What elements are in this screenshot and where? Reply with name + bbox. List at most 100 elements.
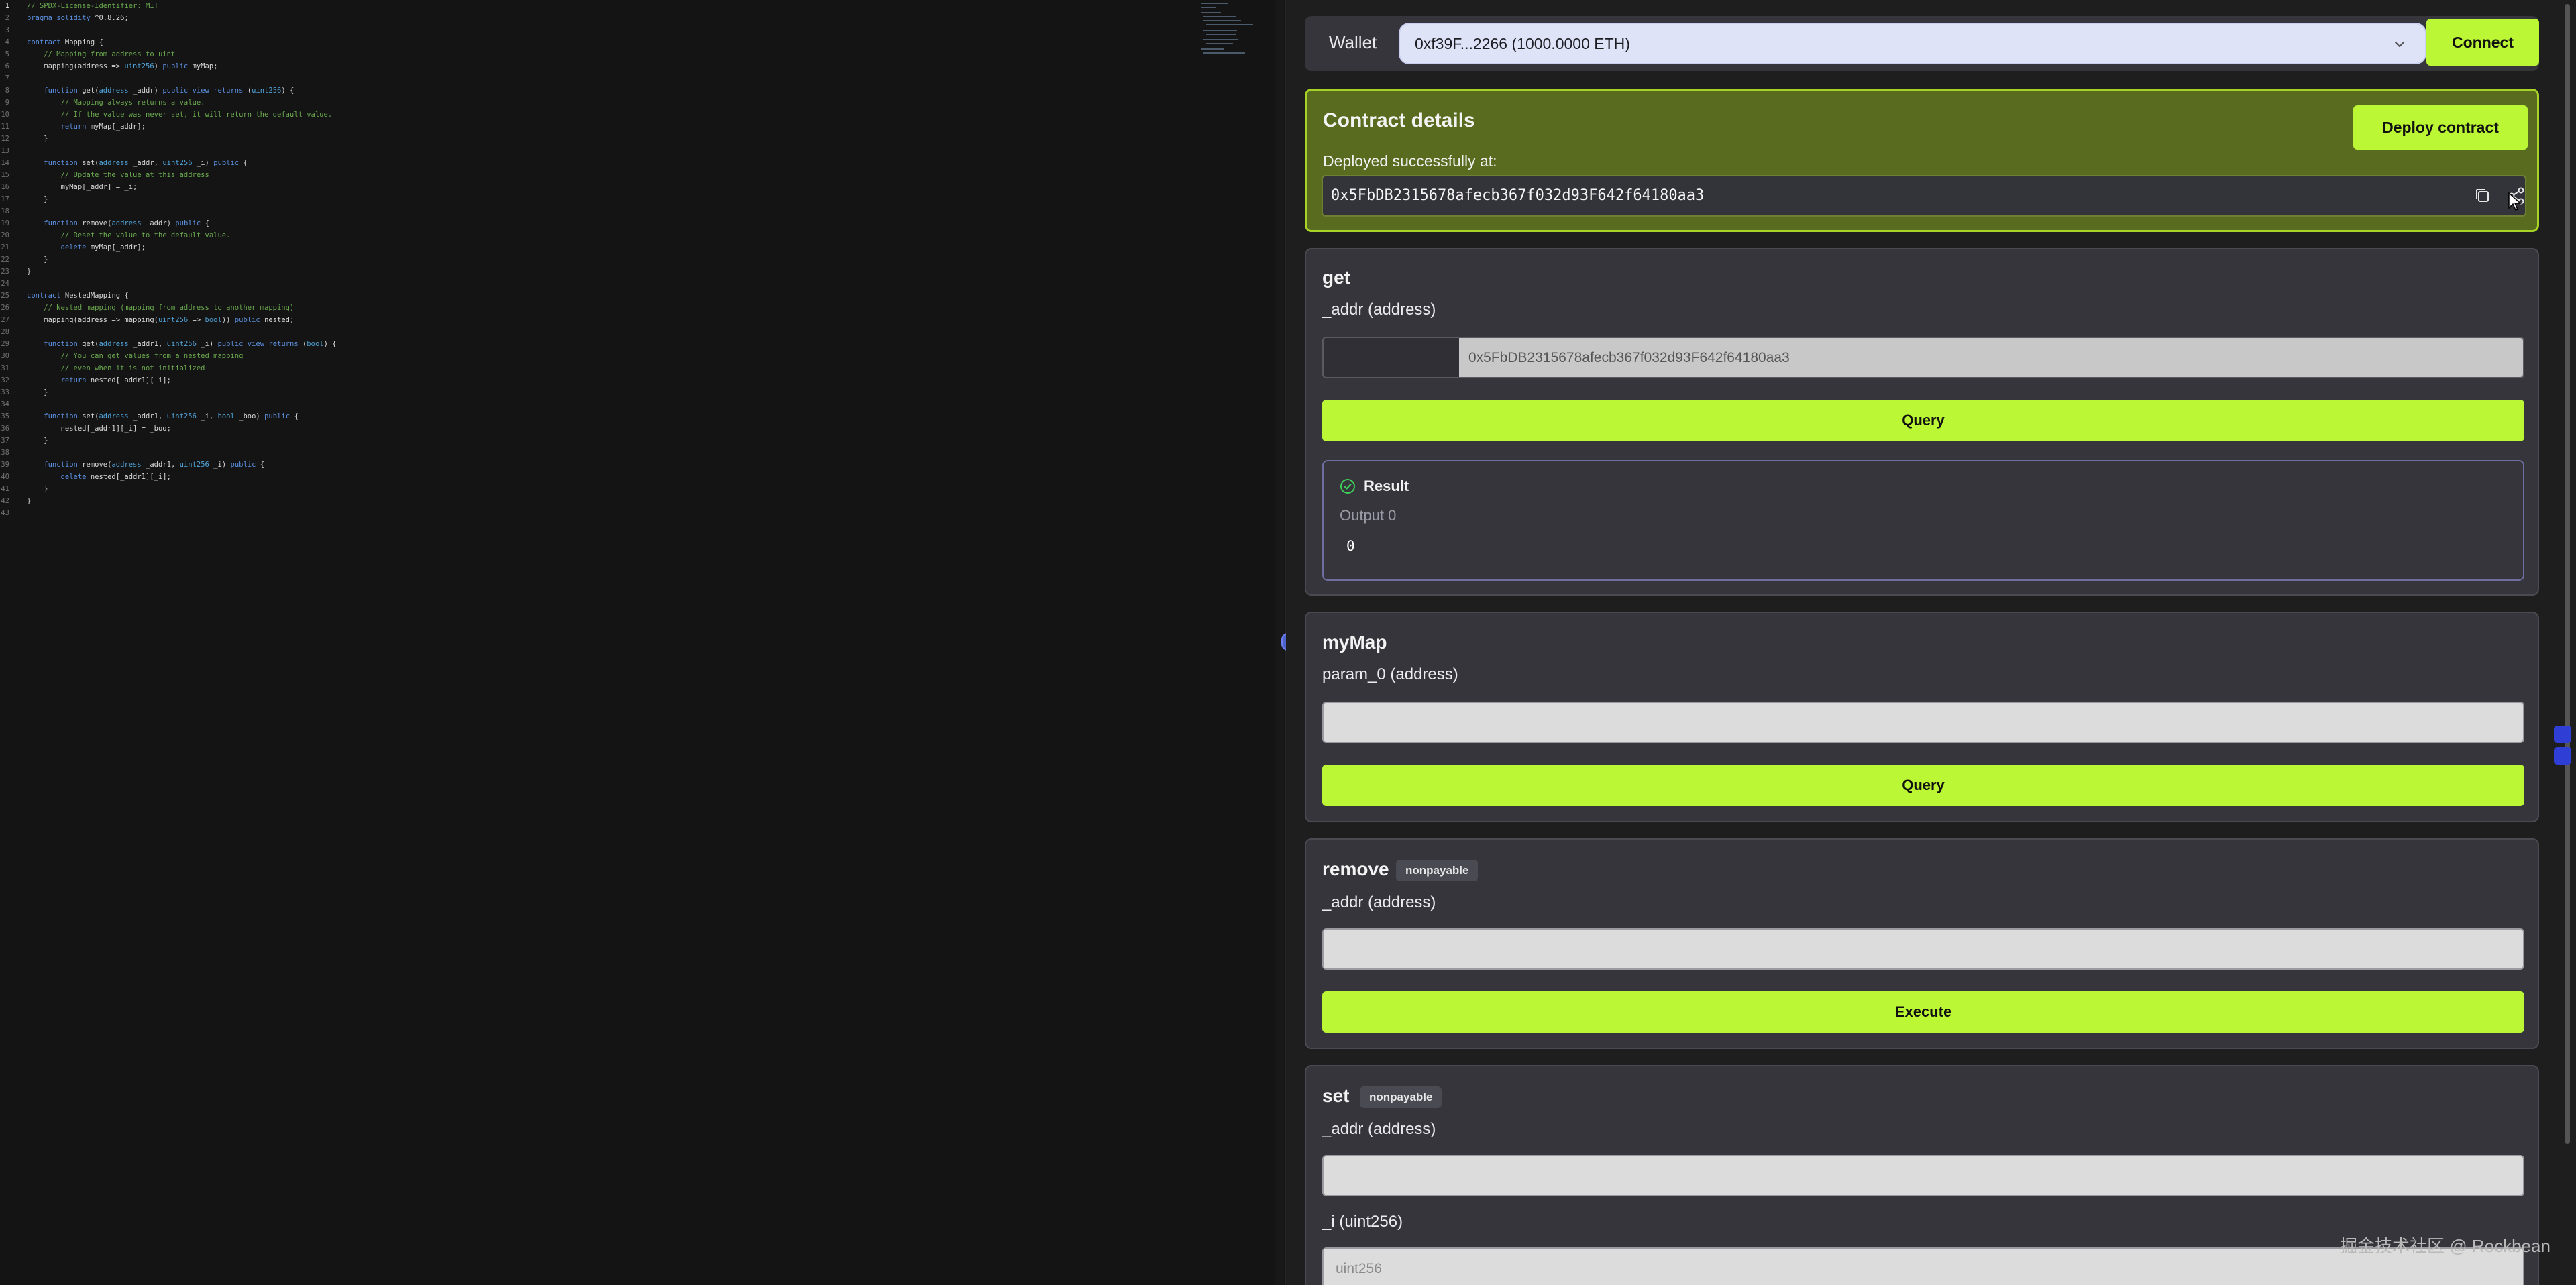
code-line[interactable]: 23} bbox=[0, 266, 1194, 278]
code-line[interactable]: 2 pragma solidity ^0.8.26; bbox=[0, 12, 1194, 24]
code-line[interactable]: 17 } bbox=[0, 193, 1194, 205]
nonpayable-badge: nonpayable bbox=[1360, 1086, 1442, 1108]
code-line[interactable]: 22 } bbox=[0, 254, 1194, 266]
panel-scrollbar[interactable] bbox=[2562, 0, 2573, 1285]
line-number: 11 bbox=[1, 123, 9, 131]
code-line[interactable]: 7 bbox=[0, 72, 1194, 85]
line-number: 14 bbox=[1, 159, 9, 167]
code-token: _i, bbox=[196, 412, 218, 421]
remove-addr-input[interactable] bbox=[1322, 928, 2524, 970]
get-addr-input[interactable]: 0x5FbDB2315678afecb367f032d93F642f64180a… bbox=[1322, 337, 2524, 378]
code-line[interactable]: 25 contract NestedMapping { bbox=[0, 290, 1194, 302]
code-line[interactable]: 15 // Update the value at this address bbox=[0, 169, 1194, 181]
code-token: bool bbox=[307, 340, 324, 348]
code-line[interactable]: 4 contract Mapping { bbox=[0, 36, 1194, 48]
code-line[interactable]: 20 // Reset the value to the default val… bbox=[0, 229, 1194, 241]
get-addr-input-value: 0x5FbDB2315678afecb367f032d93F642f64180a… bbox=[1468, 350, 1790, 366]
extension-icon[interactable] bbox=[2554, 726, 2571, 743]
code-editor[interactable]: 1 // SPDX-License-Identifier: MIT 2 pragma … bbox=[0, 0, 1285, 1285]
code-line[interactable]: 6 mapping(address => uint256) public myM… bbox=[0, 60, 1194, 72]
code-line[interactable]: 5 // Mapping from address to uint bbox=[0, 48, 1194, 60]
code-line[interactable]: 30 // You can get values from a nested m… bbox=[0, 350, 1194, 362]
mymap-query-button[interactable]: Query bbox=[1322, 765, 2524, 806]
wallet-select[interactable]: 0xf39F...2266 (1000.0000 ETH) bbox=[1399, 23, 2426, 64]
code-token: // SPDX-License-Identifier: MIT bbox=[27, 2, 158, 10]
mymap-param0-input[interactable] bbox=[1322, 702, 2524, 743]
code-line[interactable]: 18 bbox=[0, 205, 1194, 217]
code-token: // Reset the value to the default value. bbox=[27, 231, 231, 239]
connect-button[interactable]: Connect bbox=[2426, 19, 2539, 66]
code-token: { bbox=[243, 159, 248, 167]
code-line[interactable]: 37 } bbox=[0, 435, 1194, 447]
code-line[interactable]: 13 bbox=[0, 145, 1194, 157]
code-line[interactable]: 3 bbox=[0, 24, 1194, 36]
code-token: // Mapping always returns a value. bbox=[27, 99, 205, 107]
code-line[interactable]: 9 // Mapping always returns a value. bbox=[0, 97, 1194, 109]
code-line[interactable]: 1 // SPDX-License-Identifier: MIT bbox=[0, 0, 1194, 12]
code-token: // Mapping from address to uint bbox=[27, 50, 176, 58]
line-number: 5 bbox=[5, 50, 9, 58]
code-token: address bbox=[99, 87, 129, 95]
code-line[interactable]: 8 function get(address _addr) public vie… bbox=[0, 85, 1194, 97]
code-line[interactable]: 41 } bbox=[0, 483, 1194, 495]
param-label-addr: _addr (address) bbox=[1322, 300, 1436, 319]
code-line[interactable]: 43 bbox=[0, 507, 1194, 519]
code-line[interactable]: 38 bbox=[0, 447, 1194, 459]
code-line[interactable]: 42} bbox=[0, 495, 1194, 507]
get-query-button[interactable]: Query bbox=[1322, 400, 2524, 441]
code-line[interactable]: 29 function get(address _addr1, uint256 … bbox=[0, 338, 1194, 350]
wallet-selected-account: 0xf39F...2266 (1000.0000 ETH) bbox=[1415, 35, 1630, 52]
code-line[interactable]: 14 function set(address _addr, uint256 _… bbox=[0, 157, 1194, 169]
output-label: Output 0 bbox=[1340, 507, 1397, 524]
line-number: 13 bbox=[1, 147, 9, 155]
code-token: public bbox=[264, 412, 294, 421]
line-number: 7 bbox=[5, 74, 9, 82]
code-line[interactable]: 10 // If the value was never set, it wil… bbox=[0, 109, 1194, 121]
code-line[interactable]: 28 bbox=[0, 326, 1194, 338]
line-number: 20 bbox=[1, 231, 9, 239]
line-number: 23 bbox=[1, 268, 9, 276]
copy-icon[interactable] bbox=[2471, 184, 2494, 207]
code-line[interactable]: 32 return nested[_addr1][_i]; bbox=[0, 374, 1194, 386]
line-number: 16 bbox=[1, 183, 9, 191]
code-line[interactable]: 34 bbox=[0, 398, 1194, 410]
code-token: function bbox=[27, 461, 83, 469]
code-token: nested[_addr1][_i]; bbox=[90, 473, 171, 481]
code-line[interactable]: 35 function set(address _addr1, uint256 … bbox=[0, 410, 1194, 423]
code-line[interactable]: 39 function remove(address _addr1, uint2… bbox=[0, 459, 1194, 471]
code-token: ) { bbox=[323, 340, 337, 348]
set-addr-input[interactable] bbox=[1322, 1155, 2524, 1196]
code-line[interactable]: 26 // Nested mapping (mapping from addre… bbox=[0, 302, 1194, 314]
code-line[interactable]: 36 nested[_addr1][_i] = _boo; bbox=[0, 423, 1194, 435]
line-number: 22 bbox=[1, 256, 9, 264]
code-token: uint256 bbox=[162, 159, 193, 167]
line-number: 15 bbox=[1, 171, 9, 179]
function-card-get: get _addr (address) 0x5FbDB2315678afecb3… bbox=[1305, 248, 2539, 596]
line-number: 30 bbox=[1, 352, 9, 360]
panel-scrollbar-thumb[interactable] bbox=[2565, 4, 2570, 1144]
code-token: _addr1, bbox=[141, 461, 180, 469]
code-token: } bbox=[27, 195, 48, 203]
line-number: 33 bbox=[1, 388, 9, 396]
minimap[interactable] bbox=[1201, 0, 1254, 60]
code-line[interactable]: 27 mapping(address => mapping(uint256 =>… bbox=[0, 314, 1194, 326]
line-number: 39 bbox=[1, 461, 9, 469]
code-token: nested; bbox=[264, 316, 294, 324]
code-line[interactable]: 16 myMap[_addr] = _i; bbox=[0, 181, 1194, 193]
code-line[interactable]: 12 } bbox=[0, 133, 1194, 145]
code-line[interactable]: 31 // even when it is not initialized bbox=[0, 362, 1194, 374]
code-token: // You can get values from a nested mapp… bbox=[27, 352, 244, 360]
remove-execute-button[interactable]: Execute bbox=[1322, 991, 2524, 1033]
extension-icon[interactable] bbox=[2554, 747, 2571, 765]
code-token: } bbox=[27, 388, 48, 396]
code-line[interactable]: 21 delete myMap[_addr]; bbox=[0, 241, 1194, 254]
code-token: } bbox=[27, 437, 48, 445]
code-line[interactable]: 19 function remove(address _addr) public… bbox=[0, 217, 1194, 229]
code-line[interactable]: 24 bbox=[0, 278, 1194, 290]
line-number: 12 bbox=[1, 135, 9, 143]
code-line[interactable]: 33 } bbox=[0, 386, 1194, 398]
result-header: Result bbox=[1340, 478, 1409, 495]
code-line[interactable]: 40 delete nested[_addr1][_i]; bbox=[0, 471, 1194, 483]
code-line[interactable]: 11 return myMap[_addr]; bbox=[0, 121, 1194, 133]
deploy-contract-button[interactable]: Deploy contract bbox=[2353, 105, 2528, 150]
